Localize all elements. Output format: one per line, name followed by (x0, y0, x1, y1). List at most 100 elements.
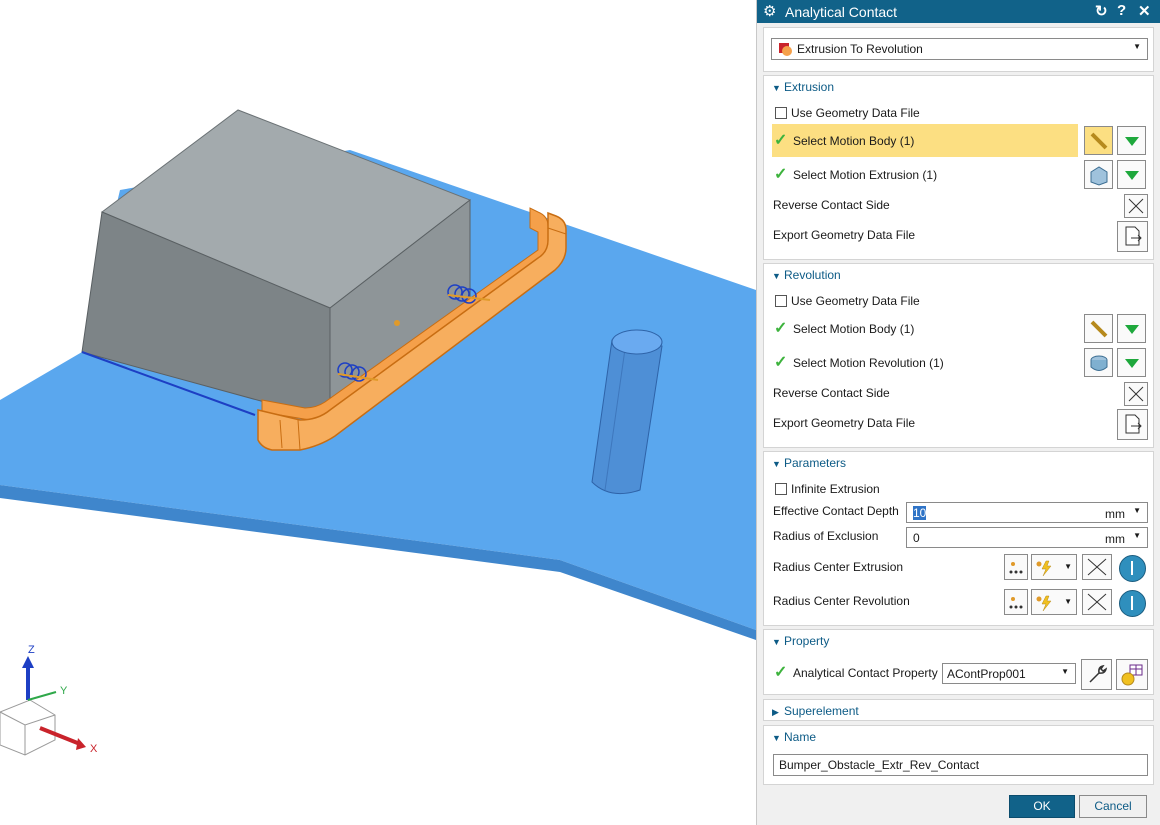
extrusion-select-body-label[interactable]: Select Motion Body (1) (793, 134, 914, 148)
radius-exclusion-value: 0 (913, 531, 920, 545)
contact-type-dropdown[interactable]: Extrusion To Revolution ▼ (771, 38, 1148, 60)
property-header-label: Property (784, 634, 830, 648)
contact-property-value: AContProp001 (947, 667, 1026, 681)
extrusion-header-label: Extrusion (784, 80, 835, 94)
extrusion-dropdown-button[interactable] (1117, 160, 1146, 189)
revolution-icon (1090, 355, 1108, 371)
pencil-icon (1090, 132, 1108, 150)
revolution-body-selector-button[interactable] (1084, 314, 1113, 343)
parameters-header[interactable]: ▼ Parameters (772, 456, 846, 472)
radius-exclusion-unit[interactable]: mm (1105, 532, 1125, 546)
extrusion-group: ▼ Extrusion Use Geometry Data File ✓ Sele… (763, 75, 1154, 260)
revolution-dropdown-button[interactable] (1117, 348, 1146, 377)
close-icon[interactable]: ✕ (1138, 2, 1151, 20)
extrusion-reverse-button[interactable] (1124, 194, 1148, 218)
reverse-icon (1128, 386, 1144, 402)
extrusion-use-geometry-checkbox[interactable] (775, 107, 787, 119)
inferred-point-icon (1036, 560, 1052, 577)
expanded-icon: ▼ (772, 459, 781, 469)
reset-icon[interactable]: ↻ (1095, 2, 1108, 20)
graphics-viewport[interactable]: Z Y X (0, 0, 756, 825)
expanded-icon: ▼ (772, 271, 781, 281)
dialog-title: Analytical Contact (785, 4, 898, 20)
revolution-export-button[interactable] (1117, 409, 1148, 440)
center-revolution-label: Radius Center Revolution (773, 594, 910, 608)
name-group: ▼ Name Bumper_Obstacle_Extr_Rev_Contact (763, 725, 1154, 785)
edit-property-button[interactable] (1081, 659, 1112, 690)
radius-exclusion-label: Radius of Exclusion (773, 529, 879, 543)
revolution-reverse-label: Reverse Contact Side (773, 386, 890, 400)
parameters-group: ▼ Parameters Infinite Extrusion Effective… (763, 451, 1154, 626)
export-file-icon (1125, 226, 1142, 246)
clear-center-extrusion-button[interactable] (1082, 554, 1112, 580)
inferred-point-icon (1036, 595, 1052, 612)
ok-button[interactable]: OK (1009, 795, 1075, 818)
revolution-header[interactable]: ▼ Revolution (772, 268, 841, 284)
infinite-extrusion-checkbox[interactable] (775, 483, 787, 495)
triad-x-label: X (90, 743, 98, 755)
extrusion-icon (1090, 166, 1108, 186)
chevron-down-icon[interactable]: ▼ (1133, 531, 1141, 540)
name-header[interactable]: ▼ Name (772, 730, 816, 746)
export-file-icon (1125, 414, 1142, 434)
point-icon (1009, 597, 1023, 609)
point-icon (1009, 562, 1023, 574)
point-dialog-button[interactable] (1004, 554, 1028, 580)
extrusion-use-geometry-label: Use Geometry Data File (791, 106, 920, 120)
collapsed-icon: ▶ (772, 707, 779, 717)
contact-property-dropdown[interactable]: AContProp001 ▼ (942, 663, 1076, 684)
chevron-down-icon: ▼ (1133, 42, 1141, 51)
type-group: Extrusion To Revolution ▼ (763, 27, 1154, 72)
scene-canvas[interactable]: Z Y X (0, 0, 756, 825)
inferred-point-button[interactable]: ▼ (1031, 554, 1077, 580)
chevron-down-icon: ▼ (1064, 562, 1072, 571)
cancel-button[interactable]: Cancel (1079, 795, 1147, 818)
extrusion-header[interactable]: ▼ Extrusion (772, 80, 834, 96)
expanded-icon: ▼ (772, 83, 781, 93)
extrusion-body-selector-button[interactable] (1084, 126, 1113, 155)
help-icon[interactable]: ? (1117, 2, 1126, 19)
name-value: Bumper_Obstacle_Extr_Rev_Contact (779, 758, 980, 772)
revolution-use-geometry-label: Use Geometry Data File (791, 294, 920, 308)
check-icon: ✓ (774, 354, 788, 371)
revolution-body-dropdown-button[interactable] (1117, 314, 1146, 343)
check-icon: ✓ (774, 664, 788, 681)
info-icon[interactable] (1119, 555, 1146, 582)
radius-exclusion-input[interactable]: 0 mm ▼ (906, 527, 1148, 548)
cross-icon (1087, 558, 1107, 576)
revolution-reverse-button[interactable] (1124, 382, 1148, 406)
revolution-selector-button[interactable] (1084, 348, 1113, 377)
analytical-contact-dialog: ⚙ Analytical Contact ↻ ? ✕ Extrusion To … (756, 0, 1160, 825)
contact-depth-input[interactable]: 10 mm ▼ (906, 502, 1148, 523)
name-input[interactable]: Bumper_Obstacle_Extr_Rev_Contact (773, 754, 1148, 776)
point-dialog-button[interactable] (1004, 589, 1028, 615)
create-property-button[interactable] (1116, 659, 1148, 690)
expanded-icon: ▼ (772, 733, 781, 743)
clear-center-revolution-button[interactable] (1082, 589, 1112, 615)
extrusion-export-button[interactable] (1117, 221, 1148, 252)
chevron-down-icon[interactable]: ▼ (1133, 506, 1141, 515)
triad-y-label: Y (60, 685, 68, 697)
chevron-down-icon: ▼ (1061, 667, 1069, 676)
superelement-header-label: Superelement (784, 704, 859, 718)
extrusion-selector-button[interactable] (1084, 160, 1113, 189)
property-group: ▼ Property ✓ Analytical Contact Property … (763, 629, 1154, 695)
reverse-icon (1128, 198, 1144, 214)
info-icon[interactable] (1119, 590, 1146, 617)
contact-depth-label: Effective Contact Depth (773, 504, 899, 518)
revolution-select-body-label[interactable]: Select Motion Body (1) (793, 322, 914, 336)
contact-type-value: Extrusion To Revolution (797, 42, 923, 56)
superelement-group: ▶ Superelement (763, 699, 1154, 721)
extrusion-body-dropdown-button[interactable] (1117, 126, 1146, 155)
name-header-label: Name (784, 730, 817, 744)
inferred-point-button[interactable]: ▼ (1031, 589, 1077, 615)
revolution-use-geometry-checkbox[interactable] (775, 295, 787, 307)
superelement-header[interactable]: ▶ Superelement (772, 704, 859, 720)
contact-depth-unit[interactable]: mm (1105, 507, 1125, 521)
infinite-extrusion-label: Infinite Extrusion (791, 482, 880, 496)
chevron-down-icon: ▼ (1064, 597, 1072, 606)
revolution-export-label: Export Geometry Data File (773, 416, 916, 430)
revolution-select-revolution-label[interactable]: Select Motion Revolution (1) (793, 356, 944, 370)
extrusion-select-extrusion-label[interactable]: Select Motion Extrusion (1) (793, 168, 937, 182)
property-header[interactable]: ▼ Property (772, 634, 829, 650)
